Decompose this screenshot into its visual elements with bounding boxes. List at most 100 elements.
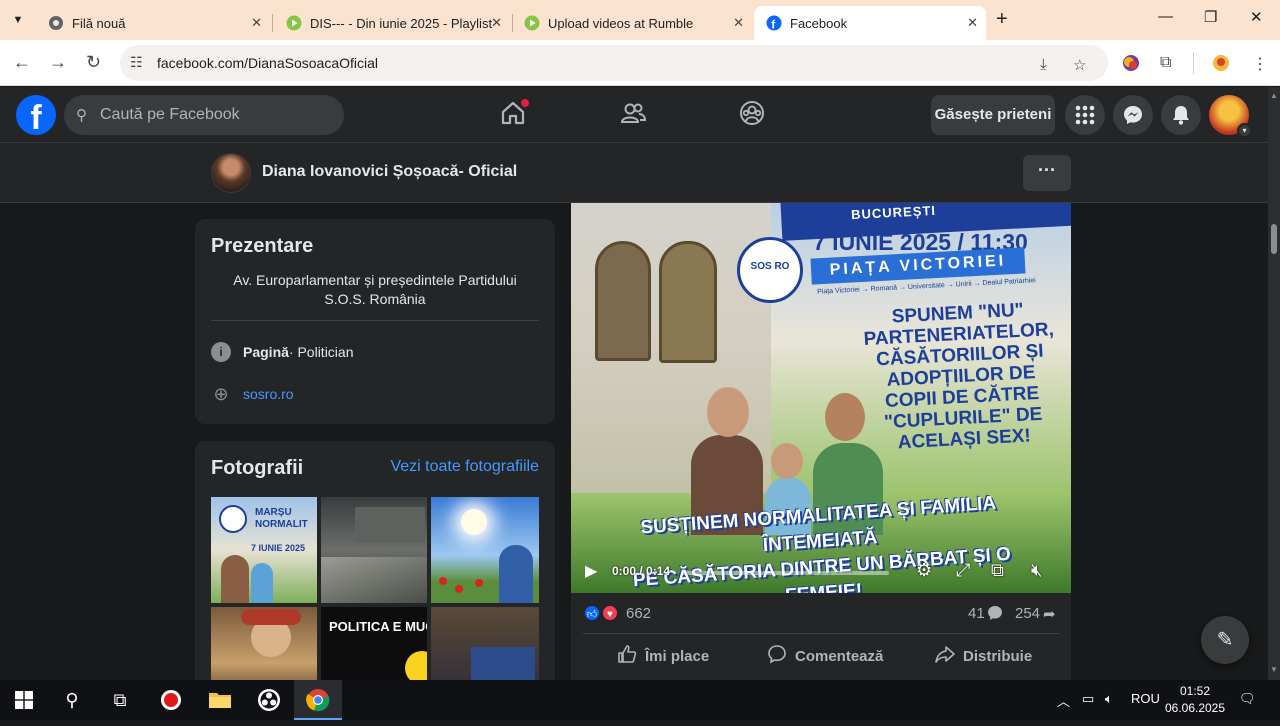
search-icon[interactable]: ⚲ [48, 680, 96, 720]
friends-icon[interactable] [619, 99, 647, 132]
speaker-icon[interactable]: 🔈︎ [1105, 691, 1113, 707]
site-info-icon[interactable]: ☷ [130, 54, 143, 71]
category-type: Pagină [243, 344, 289, 360]
tab-title: Facebook [790, 15, 848, 31]
notification-dot [521, 99, 529, 107]
settings-gear-icon[interactable]: ⚙ [916, 560, 932, 581]
page-title[interactable]: Diana Iovanovici Șoșoacă- Oficial [262, 163, 517, 181]
comments-count[interactable]: 41 [968, 605, 985, 622]
comment-icon [767, 644, 787, 669]
photo-thumbnail[interactable]: MARȘU NORMALIT 7 IUNIE 2025 [211, 497, 317, 603]
chrome-taskbar-icon[interactable] [294, 680, 342, 720]
forward-arrow-icon[interactable]: → [49, 52, 67, 73]
address-bar[interactable]: ☷ facebook.com/DianaSosoacaOficial ⤓ ☆ [120, 45, 1108, 81]
notifications-bell-icon[interactable] [1161, 95, 1201, 135]
scroll-up-arrow-icon[interactable]: ▲ [1270, 91, 1278, 100]
page-scrollbar[interactable]: ▲ ▼ [1268, 87, 1280, 680]
extension-color-icon[interactable] [1122, 54, 1140, 77]
minimize-icon[interactable]: — [1158, 8, 1173, 25]
chrome-icon [49, 16, 63, 30]
task-view-icon[interactable]: ⧉ [96, 680, 144, 720]
intro-title: Prezentare [211, 235, 314, 257]
info-icon: i [211, 342, 231, 362]
photo-thumbnail[interactable] [321, 497, 427, 603]
person-figure [251, 563, 273, 603]
play-icon[interactable]: ▶ [585, 561, 597, 581]
reactions-count[interactable]: 662 [626, 605, 651, 622]
extensions-puzzle-icon[interactable]: ⧉ [1160, 54, 1171, 72]
windows-start-icon[interactable] [0, 680, 48, 720]
find-friends-button[interactable]: Găsește prieteni [931, 95, 1055, 135]
network-icon[interactable]: ▭ [1082, 691, 1094, 707]
tab-facebook[interactable]: f Facebook ✕ [754, 6, 986, 40]
intro-card: Prezentare Av. Europarlamentar și președ… [195, 219, 555, 424]
fullscreen-icon[interactable]: ⤢ [956, 560, 970, 581]
video-progress-bar[interactable] [681, 571, 889, 575]
facebook-top-nav: f ⚲ Găsește prieteni ▾ [0, 87, 1268, 143]
scroll-down-arrow-icon[interactable]: ▼ [1270, 665, 1278, 674]
extension-logo-icon [1123, 55, 1139, 71]
post-video[interactable]: BUCUREȘTI SOS RO 7 IUNIE 2025 / 11:30 PI… [571, 203, 1071, 593]
tab-rumble-upload[interactable]: Upload videos at Rumble ✕ [512, 6, 752, 40]
truck-shape [355, 507, 425, 543]
obs-app-icon[interactable] [245, 680, 293, 720]
groups-icon[interactable] [738, 99, 766, 132]
muted-speaker-icon[interactable]: 🔇︎ [1031, 560, 1042, 581]
page-avatar[interactable] [211, 153, 251, 193]
browser-tab-bar: ▼ Filă nouă ✕ DIS--- - Din iunie 2025 - … [0, 0, 1280, 40]
tab-search-menu-button[interactable]: ▼ [6, 8, 30, 32]
profile-avatar-icon[interactable] [1212, 54, 1230, 77]
tab-close-icon[interactable]: ✕ [251, 15, 262, 31]
more-options-button[interactable]: ··· [1023, 155, 1071, 191]
account-avatar[interactable]: ▾ [1209, 95, 1252, 138]
photo-thumbnail[interactable] [431, 497, 539, 603]
comment-button[interactable]: Comentează [767, 644, 883, 669]
see-all-photos-link[interactable]: Vezi toate fotografiile [390, 458, 539, 476]
tab-new-tab[interactable]: Filă nouă ✕ [36, 6, 270, 40]
facebook-search-input[interactable] [100, 95, 330, 135]
install-app-icon[interactable]: ⤓ [1040, 56, 1047, 73]
religious-icon-image [595, 241, 651, 361]
person-figure [221, 555, 249, 603]
address-url[interactable]: facebook.com/DianaSosoacaOficial [157, 55, 378, 71]
messenger-icon[interactable] [1113, 95, 1153, 135]
tab-close-icon[interactable]: ✕ [733, 15, 744, 31]
religious-icon-image [659, 241, 717, 363]
windows-taskbar: ⚲ ⧉ ︿ ▭ 🔈︎ ROU 01:52 06.06.2025 🗨︎ [0, 680, 1280, 720]
new-tab-plus-icon[interactable]: + [996, 8, 1008, 31]
share-button[interactable]: Distribuie [935, 644, 1032, 669]
back-arrow-icon[interactable]: ← [13, 52, 31, 73]
folder-glyph-icon [209, 693, 231, 708]
new-message-compose-icon[interactable]: ✎ [1201, 616, 1249, 664]
bookmark-star-icon[interactable]: ☆ [1073, 56, 1086, 74]
scrollbar-thumb[interactable] [1271, 224, 1277, 254]
language-indicator[interactable]: ROU [1131, 691, 1160, 706]
tab-playlist[interactable]: DIS--- - Din iunie 2025 - Playlist ✕ [274, 6, 510, 40]
love-reaction-icon[interactable]: ♥ [601, 604, 619, 622]
like-reaction-icon[interactable]: 👍︎ [583, 604, 601, 622]
facebook-search-box[interactable]: ⚲ [64, 95, 344, 135]
picture-in-picture-icon[interactable]: ⧉ [991, 560, 1004, 581]
website-link[interactable]: sosro.ro [243, 386, 294, 402]
sos-logo: SOS RO [737, 237, 803, 303]
comment-label: Comentează [795, 648, 884, 665]
file-explorer-icon[interactable] [196, 680, 244, 720]
rumble-icon [524, 15, 540, 31]
tab-close-icon[interactable]: ✕ [967, 15, 978, 31]
record-app-icon[interactable] [147, 680, 195, 720]
notification-center-icon[interactable]: 🗨︎ [1239, 691, 1256, 707]
reload-icon[interactable]: ↻ [86, 52, 101, 73]
sun-shape [461, 509, 487, 535]
system-clock[interactable]: 01:52 06.06.2025 [1160, 683, 1230, 717]
tray-overflow-chevron-icon[interactable]: ︿ [1057, 691, 1070, 710]
close-window-icon[interactable]: ✕ [1250, 8, 1263, 26]
facebook-logo-icon[interactable]: f [16, 95, 56, 135]
restore-icon[interactable]: ❐ [1204, 8, 1217, 26]
shares-count[interactable]: 254 [1015, 605, 1040, 622]
tab-close-icon[interactable]: ✕ [491, 15, 502, 31]
like-button[interactable]: Îmi place [617, 644, 709, 669]
sos-logo-icon [219, 505, 247, 533]
menu-grid-icon[interactable] [1065, 95, 1105, 135]
person-face [771, 443, 803, 479]
browser-menu-icon[interactable]: ⋮ [1252, 54, 1268, 74]
